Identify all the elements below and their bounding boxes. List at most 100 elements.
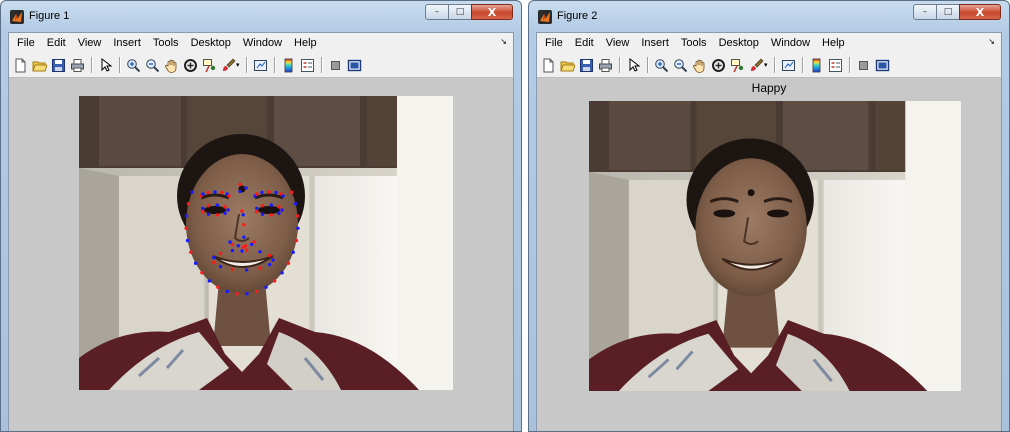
landmark-point: [294, 238, 299, 243]
axes-title: Happy: [751, 81, 787, 95]
toolbar-separator: [245, 57, 247, 73]
close-button[interactable]: X: [959, 4, 1001, 20]
show-plot-tools-icon[interactable]: [347, 58, 362, 73]
landmark-point: [193, 261, 198, 265]
data-cursor-icon[interactable]: [730, 58, 745, 73]
landmark-point: [255, 289, 259, 294]
landmark-point: [269, 203, 273, 207]
menu-file[interactable]: File: [537, 37, 569, 49]
landmark-point: [277, 205, 281, 209]
menu-insert[interactable]: Insert: [107, 37, 147, 49]
menu-insert[interactable]: Insert: [635, 37, 675, 49]
landmark-point: [225, 289, 229, 294]
landmark-point: [185, 238, 190, 243]
menu-bar: File Edit View Insert Tools Desktop Wind…: [9, 33, 513, 53]
toolbar-separator: [848, 57, 850, 73]
dock-arrow-icon[interactable]: ↘: [988, 37, 995, 46]
landmark-point: [272, 279, 277, 283]
photo-canvas: [79, 96, 453, 390]
legend-icon[interactable]: [828, 58, 843, 73]
maximize-button[interactable]: □: [936, 4, 960, 20]
menu-desktop[interactable]: Desktop: [713, 37, 765, 49]
landmark-point: [286, 261, 291, 265]
zoom-out-icon[interactable]: [145, 58, 160, 73]
menu-edit[interactable]: Edit: [569, 37, 600, 49]
hide-plot-tools-icon[interactable]: [856, 58, 871, 73]
landmark-point: [241, 213, 245, 217]
menu-desktop[interactable]: Desktop: [185, 37, 237, 49]
landmark-point: [250, 242, 254, 247]
print-icon[interactable]: [598, 58, 613, 73]
close-button[interactable]: X: [471, 4, 513, 20]
matlab-logo-icon: [10, 10, 24, 24]
menu-bar: File Edit View Insert Tools Desktop Wind…: [537, 33, 1001, 53]
menu-tools[interactable]: Tools: [675, 37, 713, 49]
title-bar[interactable]: Figure 2 – □ X: [529, 1, 1009, 31]
maximize-button[interactable]: □: [448, 4, 472, 20]
landmark-point: [228, 240, 232, 244]
zoom-in-icon[interactable]: [126, 58, 141, 73]
menu-view[interactable]: View: [72, 37, 108, 49]
toolbar-separator: [773, 57, 775, 73]
menu-help[interactable]: Help: [816, 37, 851, 49]
minimize-button[interactable]: –: [913, 4, 937, 20]
landmark-point: [206, 204, 211, 208]
hide-plot-tools-icon[interactable]: [328, 58, 343, 73]
toolbar-separator: [619, 57, 620, 73]
landmark-point: [184, 226, 188, 230]
open-file-icon[interactable]: [560, 58, 575, 73]
pan-hand-icon[interactable]: [692, 58, 707, 73]
landmark-point: [201, 210, 205, 214]
brush-icon[interactable]: [749, 58, 764, 73]
colorbar-icon[interactable]: [809, 58, 824, 73]
print-icon[interactable]: [70, 58, 85, 73]
close-icon: X: [975, 5, 985, 19]
zoom-in-icon[interactable]: [654, 58, 669, 73]
landmark-point: [281, 194, 285, 198]
menu-window[interactable]: Window: [765, 37, 816, 49]
rotate-3d-icon[interactable]: [183, 58, 198, 73]
title-bar[interactable]: Figure 1 – □ X: [1, 1, 521, 31]
landmark-point: [255, 206, 259, 210]
menu-file[interactable]: File: [9, 37, 41, 49]
minimize-icon: –: [922, 7, 928, 17]
maximize-icon: □: [943, 7, 953, 17]
menu-tools[interactable]: Tools: [147, 37, 185, 49]
new-figure-icon[interactable]: [541, 58, 556, 73]
colorbar-icon[interactable]: [281, 58, 296, 73]
landmark-point: [189, 250, 193, 254]
link-plot-icon[interactable]: [253, 58, 268, 73]
brush-dropdown-icon[interactable]: ▾: [236, 61, 240, 69]
face-image: [589, 101, 961, 391]
landmark-point: [220, 190, 224, 195]
figure-toolbar: ▾: [9, 53, 513, 78]
open-file-icon[interactable]: [32, 58, 47, 73]
menu-edit[interactable]: Edit: [41, 37, 72, 49]
menu-help[interactable]: Help: [288, 37, 323, 49]
menu-window[interactable]: Window: [237, 37, 288, 49]
brush-dropdown-icon[interactable]: ▾: [764, 61, 768, 69]
show-plot-tools-icon[interactable]: [875, 58, 890, 73]
save-icon[interactable]: [579, 58, 594, 73]
landmark-point: [227, 194, 231, 198]
select-arrow-icon[interactable]: [626, 57, 641, 73]
landmark-point: [201, 192, 205, 196]
save-icon[interactable]: [51, 58, 66, 73]
data-cursor-icon[interactable]: [202, 58, 217, 73]
legend-icon[interactable]: [300, 58, 315, 73]
link-plot-icon[interactable]: [781, 58, 796, 73]
pan-hand-icon[interactable]: [164, 58, 179, 73]
landmark-point: [212, 255, 216, 260]
dock-arrow-icon[interactable]: ↘: [500, 37, 507, 46]
landmark-point: [218, 264, 223, 269]
brush-icon[interactable]: [221, 58, 236, 73]
new-figure-icon[interactable]: [13, 58, 28, 73]
landmark-point: [184, 214, 189, 218]
zoom-out-icon[interactable]: [673, 58, 688, 73]
select-arrow-icon[interactable]: [98, 57, 113, 73]
menu-view[interactable]: View: [600, 37, 636, 49]
minimize-button[interactable]: –: [425, 4, 449, 20]
landmark-point: [295, 214, 300, 218]
rotate-3d-icon[interactable]: [711, 58, 726, 73]
landmark-point: [206, 190, 210, 195]
